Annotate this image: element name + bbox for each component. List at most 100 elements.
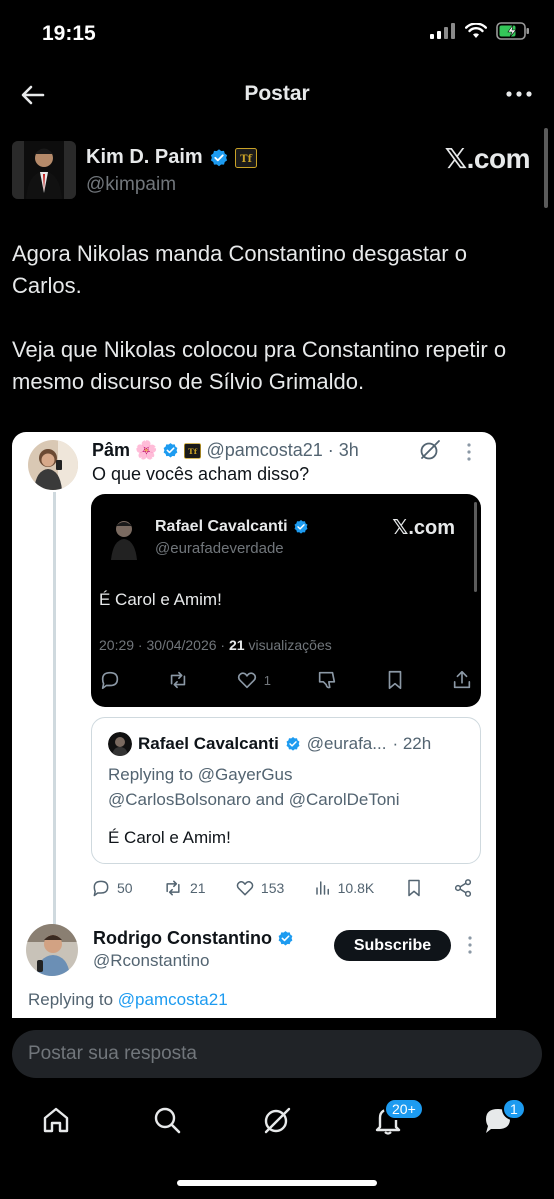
tab-home[interactable]: [40, 1104, 72, 1136]
quoted-name: Rafael Cavalcanti: [138, 734, 279, 753]
share-icon: [451, 669, 473, 691]
verified-badge-icon: [210, 148, 227, 166]
repost-count: 21: [162, 878, 206, 898]
author-name-text: Kim D. Paim: [86, 146, 203, 168]
affiliate-badge-icon: Tf: [184, 442, 202, 459]
reply-input[interactable]: Postar sua resposta: [12, 1030, 542, 1078]
tab-notifications[interactable]: 20+: [372, 1098, 424, 1136]
rafael-handle: @eurafadeverdade: [155, 540, 284, 557]
rodrigo-replying: Replying to @pamcosta21: [28, 990, 228, 1010]
pam-handle: @pamcosta21: [206, 440, 323, 460]
bookmark-icon: [384, 669, 406, 691]
svg-text:Tf: Tf: [240, 154, 252, 165]
page-title: Postar: [244, 82, 310, 105]
views-count-text: 10.8K: [337, 880, 375, 896]
views-icon: [315, 881, 329, 895]
repost-icon: [166, 669, 190, 691]
svg-text:Tf: Tf: [188, 447, 198, 456]
like-count: 153: [235, 878, 284, 898]
rodrigo-name-text: Rodrigo Constantino: [93, 928, 272, 948]
flower-icon: 🌸: [135, 440, 158, 460]
quoted-post: Rafael Cavalcanti @eurafa... · 22h Reply…: [91, 717, 481, 864]
quoted-text: É Carol e Amim!: [108, 828, 231, 847]
author-avatar[interactable]: [12, 141, 76, 199]
like-icon: [236, 881, 254, 896]
rafael-name: Rafael Cavalcanti: [155, 518, 309, 536]
xcom-watermark: 𝕏.com: [392, 517, 455, 539]
affiliate-badge-icon: Tf: [234, 147, 257, 168]
status-icons: [430, 22, 530, 40]
quoted-header: Rafael Cavalcanti @eurafa... · 22h: [108, 732, 431, 756]
more-horizontal-icon: [506, 91, 532, 97]
author-name[interactable]: Kim D. Paim Tf: [86, 146, 257, 169]
reply-icon: [99, 669, 121, 691]
embedded-text: É Carol e Amim!: [99, 590, 222, 609]
embedded-date: 20:29 · 30/04/2026 ·: [99, 637, 229, 653]
quoted-replying: Replying to @GayerGus @CarlosBolsonaro a…: [108, 762, 400, 812]
card-engagement: 50 21 153 10.8K: [91, 876, 473, 900]
tab-messages[interactable]: 1: [482, 1098, 526, 1136]
replying-prefix: Replying to: [28, 990, 118, 1009]
pam-avatar: [28, 440, 78, 490]
dislike-icon: [316, 669, 338, 691]
more-vertical-icon: [466, 935, 474, 955]
embedded-like-count: 1: [263, 672, 271, 688]
quoted-avatar: [108, 732, 132, 756]
battery-icon: [496, 22, 529, 40]
quoted-replying-line-1: Replying to @GayerGus: [108, 765, 293, 784]
tab-grok[interactable]: [261, 1104, 293, 1136]
home-indicator[interactable]: [177, 1180, 377, 1186]
quoted-time: · 22h: [392, 734, 432, 753]
rafael-avatar: [105, 514, 143, 560]
post-body: Agora Nikolas manda Constantino desgasta…: [12, 238, 542, 398]
reply-input-placeholder: Postar sua resposta: [28, 1043, 197, 1064]
scrollbar: [474, 502, 477, 592]
share-icon: [453, 878, 473, 898]
pam-name: Pâm: [92, 440, 131, 460]
embedded-views-count: 21: [229, 637, 245, 653]
quoted-replying-line-2: @CarlosBolsonaro and @CarolDeToni: [108, 790, 400, 809]
repost-count-text: 21: [189, 880, 206, 896]
pam-text: O que vocês acham disso?: [92, 464, 310, 484]
embedded-views-label: visualizações: [244, 637, 332, 653]
rodrigo-name: Rodrigo Constantino: [93, 928, 294, 949]
like-count-text: 153: [260, 880, 285, 896]
reply-count: 50: [91, 878, 133, 898]
search-icon: [154, 1107, 181, 1134]
post-paragraph-2: Veja que Nikolas colocou pra Constantino…: [12, 337, 507, 394]
verified-badge-icon: [294, 520, 307, 534]
rodrigo-handle: @Rconstantino: [93, 951, 210, 970]
status-time: 19:15: [42, 22, 96, 45]
notifications-badge: 20+: [384, 1098, 424, 1120]
tab-search[interactable]: [151, 1104, 183, 1136]
reply-count-text: 50: [117, 880, 133, 896]
rodrigo-avatar: [26, 924, 78, 976]
quoted-handle: @eurafa...: [306, 734, 387, 753]
more-options-button[interactable]: [504, 82, 534, 106]
rafael-name-text: Rafael Cavalcanti: [155, 518, 288, 535]
wifi-icon: [465, 23, 487, 38]
repost-icon: [166, 880, 180, 896]
reply-icon: [93, 880, 109, 897]
xcom-watermark: 𝕏.com: [444, 143, 531, 174]
embedded-screenshot: Rafael Cavalcanti @eurafadeverdade 𝕏.com…: [91, 494, 481, 707]
more-vertical-icon: [465, 442, 473, 462]
embedded-meta: 20:29 · 30/04/2026 · 21 visualizações: [99, 637, 332, 653]
bookmark-icon: [404, 878, 424, 898]
subscribe-button: Subscribe: [334, 930, 451, 961]
grok-icon: [264, 1107, 291, 1134]
thread-line: [53, 492, 56, 944]
embedded-actions: 1: [99, 666, 473, 694]
verified-badge-icon: [278, 931, 293, 946]
scrollbar[interactable]: [544, 128, 548, 208]
author-handle[interactable]: @kimpaim: [86, 174, 176, 196]
verified-badge-icon: [286, 737, 300, 751]
verified-badge-icon: [164, 443, 178, 458]
views-count: 10.8K: [314, 879, 375, 897]
bottom-nav: 20+ 1: [0, 1092, 554, 1152]
pam-time: · 3h: [327, 440, 359, 460]
post-image[interactable]: Pâm 🌸 Tf @pamcosta21 · 3h O que vocês ac…: [12, 432, 496, 1018]
replying-handle: @pamcosta21: [117, 990, 228, 1009]
like-icon: 1: [236, 669, 271, 691]
post-paragraph-1: Agora Nikolas manda Constantino desgasta…: [12, 241, 467, 298]
